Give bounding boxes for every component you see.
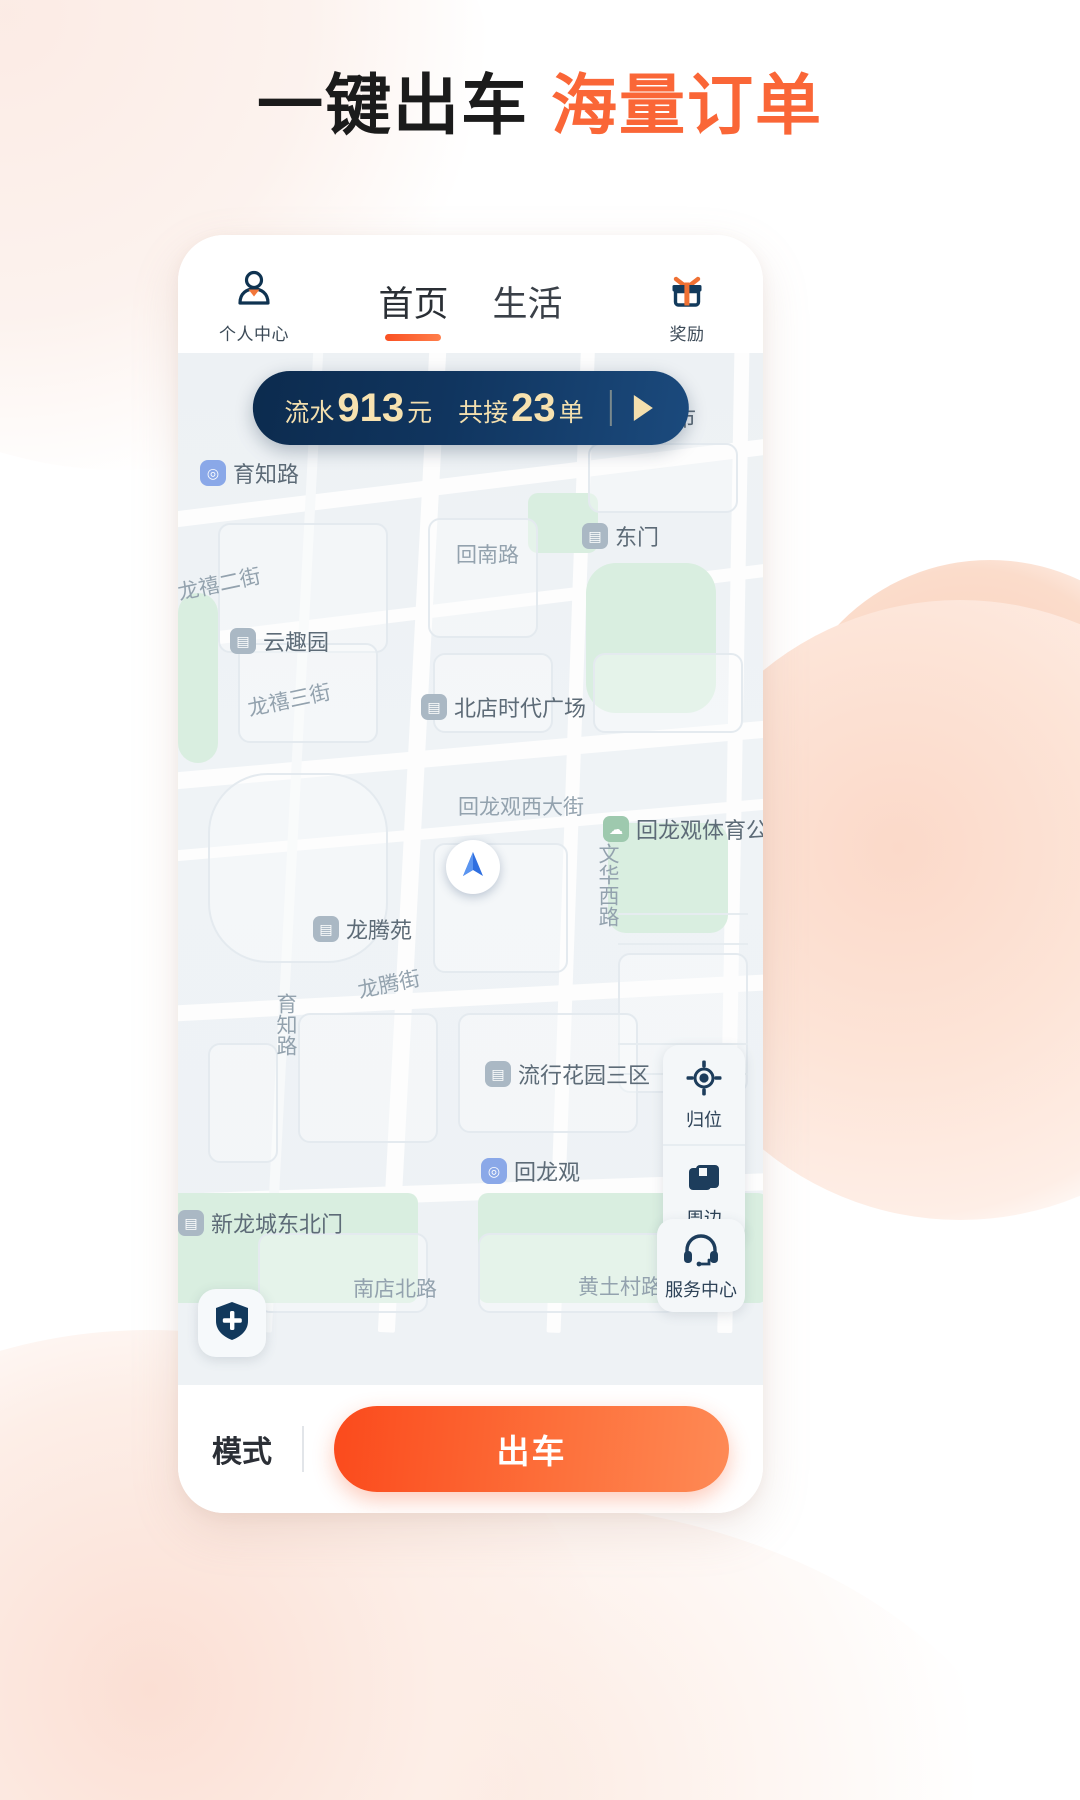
map-poi[interactable]: ▤ 龙腾苑: [313, 913, 412, 945]
navigation-arrow-icon: [456, 848, 490, 887]
nav-item-profile[interactable]: 个人中心: [202, 267, 306, 345]
map-poi[interactable]: ▤ 新龙城东北门: [178, 1207, 343, 1239]
park-icon: ☁: [603, 816, 629, 842]
orders-unit: 单: [558, 398, 584, 427]
metro-icon: ◎: [481, 1158, 507, 1184]
poi-label: 回龙观体育公: [636, 818, 763, 843]
orders-label: 共接: [458, 398, 509, 427]
building-icon: ▤: [230, 628, 256, 654]
map-poi[interactable]: ▤ 北店时代广场: [421, 691, 586, 723]
building-icon: ▤: [421, 694, 447, 720]
park-area: [178, 593, 218, 763]
revenue-banner[interactable]: 流水 913 元 共接 23 单: [252, 371, 689, 445]
banner-divider: [609, 390, 612, 426]
gift-icon: [666, 269, 708, 316]
road-label: 黄土村路: [578, 1276, 662, 1299]
safety-shield-button[interactable]: [198, 1289, 266, 1357]
road-label: 回龙观西大街: [458, 796, 584, 819]
poi-label: 云趣园: [263, 630, 330, 655]
bottom-divider: [302, 1426, 304, 1472]
nav-item-reward[interactable]: 奖励: [635, 269, 739, 345]
map-line: [618, 943, 748, 945]
poi-label: 育知路: [233, 462, 300, 487]
map-block: [298, 1013, 438, 1143]
play-triangle-icon[interactable]: [633, 395, 653, 421]
headline-dark-text: 一键出车: [257, 68, 529, 142]
map-line: [618, 913, 748, 915]
layers-icon: [686, 1160, 722, 1201]
poi-label: 龙腾苑: [346, 918, 413, 943]
poi-label: 流行花园三区: [518, 1063, 651, 1088]
map-block: [208, 1043, 278, 1163]
tab-home-label: 首页: [378, 285, 449, 324]
road-label: 育知路: [274, 993, 297, 1056]
nav-reward-label: 奖励: [669, 325, 705, 344]
nav-tabs: 首页 生活: [306, 276, 635, 345]
road-label: 回南路: [456, 544, 519, 567]
go-online-button[interactable]: 出车: [334, 1406, 729, 1492]
map-block: [588, 443, 738, 513]
road-label: 南店北路: [353, 1278, 437, 1301]
revenue-stat: 流水 913 元: [284, 388, 432, 429]
map-control-recenter[interactable]: 归位: [663, 1045, 745, 1144]
building-icon: ▤: [485, 1061, 511, 1087]
building-icon: ▤: [582, 523, 608, 549]
bottom-action-bar: 模式 出车: [178, 1385, 763, 1513]
map-poi[interactable]: ▤ 流行花园三区: [485, 1058, 650, 1090]
map-poi[interactable]: ◎ 回龙观: [481, 1155, 580, 1187]
mode-button[interactable]: 模式: [212, 1427, 302, 1471]
person-icon: [232, 267, 276, 316]
building-icon: ▤: [178, 1210, 204, 1236]
revenue-unit: 元: [407, 398, 433, 427]
orders-stat: 共接 23 单: [458, 388, 584, 429]
map-poi[interactable]: ▤ 东门: [582, 520, 659, 552]
poi-label: 东门: [615, 525, 660, 550]
metro-icon: ◎: [200, 460, 226, 486]
map-poi[interactable]: ◎ 育知路: [200, 457, 299, 489]
map-view[interactable]: 流水 913 元 共接 23 单 ◎ 育知路 华联超市 ▤ 东门 ▤: [178, 353, 763, 1385]
poi-label: 北店时代广场: [454, 696, 587, 721]
map-block: [593, 653, 743, 733]
page-headline: 一键出车 海量订单: [0, 72, 1080, 138]
map-poi[interactable]: ▤ 云趣园: [230, 625, 329, 657]
tab-home[interactable]: 首页: [378, 276, 449, 343]
phone-mockup: 个人中心 首页 生活 奖励 流水 913 元 共接 23 单 ◎ 育知路 ▤ 东…: [178, 235, 763, 1513]
shield-plus-icon: [212, 1300, 252, 1347]
map-control-recenter-label: 归位: [686, 1110, 722, 1130]
tab-life[interactable]: 生活: [493, 276, 563, 343]
map-control-service-center[interactable]: 服务中心: [657, 1219, 745, 1312]
map-block: [428, 518, 538, 638]
headset-icon: [682, 1233, 720, 1272]
tab-life-label: 生活: [492, 285, 563, 324]
map-control-service-center-label: 服务中心: [665, 1280, 737, 1300]
orders-value: 23: [511, 385, 556, 430]
road-label: 文华西路: [596, 843, 619, 927]
revenue-value: 913: [337, 385, 405, 430]
poi-label: 回龙观: [514, 1160, 581, 1185]
user-location-marker: [446, 840, 500, 894]
tab-active-underline: [385, 334, 442, 341]
headline-accent-text: 海量订单: [551, 68, 823, 142]
nav-profile-label: 个人中心: [219, 325, 289, 344]
building-icon: ▤: [313, 916, 339, 942]
map-poi[interactable]: ☁ 回龙观体育公: [603, 813, 763, 845]
app-top-nav: 个人中心 首页 生活 奖励: [178, 235, 763, 353]
poi-label: 新龙城东北门: [211, 1212, 344, 1237]
revenue-label: 流水: [284, 398, 335, 427]
crosshair-target-icon: [685, 1059, 723, 1102]
map-control-stack: 归位 周边: [663, 1045, 745, 1243]
